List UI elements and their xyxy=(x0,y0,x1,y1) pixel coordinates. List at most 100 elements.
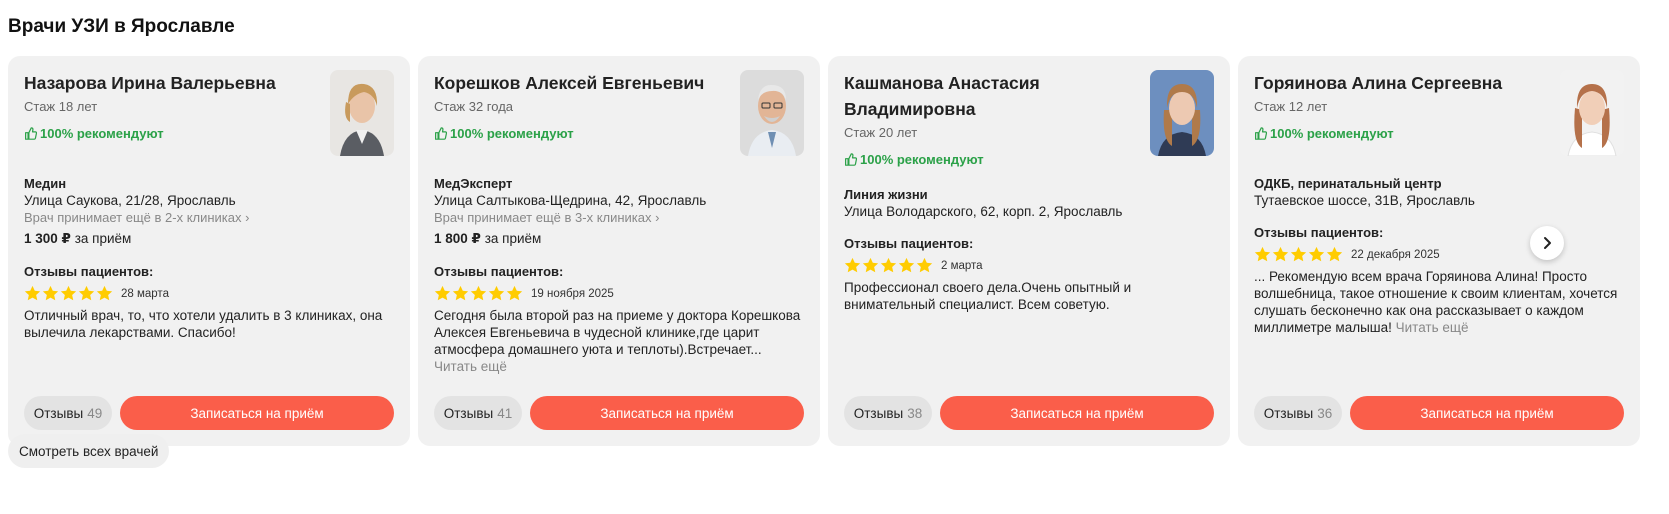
rating-stars xyxy=(844,257,933,274)
star-icon xyxy=(470,285,487,301)
review-body: Отличный врач, то, что хотели удалить в … xyxy=(24,308,383,340)
rating-stars xyxy=(24,285,113,302)
rating-stars xyxy=(1254,246,1343,263)
reviews-label: Отзывы xyxy=(853,405,904,421)
thumb-up-icon xyxy=(435,127,447,140)
chevron-right-icon xyxy=(1544,237,1551,249)
price-value: 1 300 ₽ xyxy=(24,231,71,246)
recommend-badge: 100% рекомендуют xyxy=(1254,126,1554,141)
recommend-text: 100% рекомендуют xyxy=(1270,126,1394,141)
star-icon xyxy=(844,257,861,273)
recommend-badge: 100% рекомендуют xyxy=(24,126,324,141)
chevron-right-icon: › xyxy=(655,210,660,225)
star-icon xyxy=(452,285,469,301)
clinic-name[interactable]: МедЭксперт xyxy=(434,176,804,191)
doctor-photo[interactable] xyxy=(330,70,394,156)
star-icon xyxy=(60,285,77,301)
review-text: Сегодня была второй раз на приеме у докт… xyxy=(434,307,804,375)
doctor-name[interactable]: Назарова Ирина Валерьевна xyxy=(24,70,324,96)
rating-row: 28 марта xyxy=(24,285,394,302)
doctor-photo[interactable] xyxy=(1560,70,1624,156)
book-appointment-button[interactable]: Записаться на приём xyxy=(1350,396,1624,430)
reviews-button[interactable]: Отзывы 41 xyxy=(434,396,522,430)
review-date: 19 ноября 2025 xyxy=(531,287,614,300)
review-date: 28 марта xyxy=(121,287,169,300)
price: 1 300 ₽ за приём xyxy=(24,231,394,247)
rating-stars xyxy=(434,285,523,302)
reviews-title: Отзывы пациентов: xyxy=(844,236,974,251)
review-date: 2 марта xyxy=(941,259,983,272)
doctor-experience: Стаж 18 лет xyxy=(24,99,98,114)
star-icon xyxy=(898,257,915,273)
thumb-up-icon xyxy=(845,153,857,166)
book-appointment-button[interactable]: Записаться на приём xyxy=(940,396,1214,430)
clinic-name[interactable]: Медин xyxy=(24,176,394,191)
reviews-count: 41 xyxy=(497,405,513,421)
price: 1 800 ₽ за приём xyxy=(434,231,804,247)
star-icon xyxy=(916,257,933,273)
more-clinics-text: Врач принимает ещё в 3-х клиниках xyxy=(434,210,652,225)
review-date: 22 декабря 2025 xyxy=(1351,248,1440,261)
reviews-button[interactable]: Отзывы 49 xyxy=(24,396,112,430)
recommend-text: 100% рекомендуют xyxy=(450,126,574,141)
star-icon xyxy=(506,285,523,301)
doctor-card[interactable]: Назарова Ирина Валерьевна Стаж 18 лет 10… xyxy=(8,56,410,446)
reviews-title: Отзывы пациентов: xyxy=(1254,225,1384,240)
more-clinics-link[interactable]: Врач принимает ещё в 2-х клиниках › xyxy=(24,210,394,225)
star-icon xyxy=(78,285,95,301)
doctor-experience: Стаж 12 лет xyxy=(1254,99,1328,114)
clinic-address: Улица Володарского, 62, корп. 2, Ярослав… xyxy=(844,204,1123,219)
doctor-photo[interactable] xyxy=(740,70,804,156)
star-icon xyxy=(42,285,59,301)
doctor-name-line-1: Кашманова Анастасия xyxy=(844,73,1040,93)
read-more-link[interactable]: Читать ещё xyxy=(434,359,507,374)
clinic-name[interactable]: ОДКБ, перинатальный центр xyxy=(1254,176,1624,191)
star-icon xyxy=(862,257,879,273)
rating-row: 2 марта xyxy=(844,257,1214,274)
recommend-text: 100% рекомендуют xyxy=(40,126,164,141)
reviews-label: Отзывы xyxy=(443,405,494,421)
clinic-address: Улица Салтыкова-Щедрина, 42, Ярославль xyxy=(434,193,707,208)
star-icon xyxy=(880,257,897,273)
review-text: Профессионал своего дела.Очень опытный и… xyxy=(844,279,1214,313)
doctor-card[interactable]: Корешков Алексей Евгеньевич Стаж 32 года… xyxy=(418,56,820,446)
reviews-count: 49 xyxy=(87,405,103,421)
more-clinics-link[interactable]: Врач принимает ещё в 3-х клиниках › xyxy=(434,210,804,225)
review-body: Сегодня была второй раз на приеме у докт… xyxy=(434,308,801,357)
reviews-button[interactable]: Отзывы 36 xyxy=(1254,396,1342,430)
carousel-next-button[interactable] xyxy=(1530,226,1564,260)
star-icon xyxy=(24,285,41,301)
book-appointment-button[interactable]: Записаться на приём xyxy=(530,396,804,430)
doctor-name-line-2: Владимировна xyxy=(844,99,976,119)
reviews-count: 38 xyxy=(907,405,923,421)
price-suffix: за приём xyxy=(70,231,132,246)
doctor-name[interactable]: Корешков Алексей Евгеньевич xyxy=(434,70,734,96)
doctor-name[interactable]: Кашманова Анастасия Владимировна xyxy=(844,70,1144,122)
rating-row: 19 ноября 2025 xyxy=(434,285,804,302)
doctor-photo[interactable] xyxy=(1150,70,1214,156)
doctor-card[interactable]: Кашманова Анастасия Владимировна Стаж 20 … xyxy=(828,56,1230,446)
book-appointment-button[interactable]: Записаться на приём xyxy=(120,396,394,430)
reviews-title: Отзывы пациентов: xyxy=(434,264,564,279)
recommend-badge: 100% рекомендуют xyxy=(844,152,1144,167)
reviews-count: 36 xyxy=(1317,405,1333,421)
clinic-address: Тутаевское шоссе, 31В, Ярославль xyxy=(1254,193,1475,208)
page-title: Врачи УЗИ в Ярославле xyxy=(8,16,235,37)
star-icon xyxy=(488,285,505,301)
thumb-up-icon xyxy=(1255,127,1267,140)
star-icon xyxy=(96,285,113,301)
doctor-name[interactable]: Горяинова Алина Сергеевна xyxy=(1254,70,1554,96)
recommend-text: 100% рекомендуют xyxy=(860,152,984,167)
reviews-label: Отзывы xyxy=(1263,405,1314,421)
thumb-up-icon xyxy=(25,127,37,140)
doctor-card[interactable]: Горяинова Алина Сергеевна Стаж 12 лет 10… xyxy=(1238,56,1640,446)
read-more-link[interactable]: Читать ещё xyxy=(1396,320,1469,335)
chevron-right-icon: › xyxy=(245,210,250,225)
reviews-label: Отзывы xyxy=(33,405,84,421)
all-doctors-button[interactable]: Смотреть всех врачей xyxy=(8,434,170,468)
star-icon xyxy=(434,285,451,301)
clinic-name[interactable]: Линия жизни xyxy=(844,187,1214,202)
reviews-title: Отзывы пациентов: xyxy=(24,264,154,279)
doctor-experience: Стаж 32 года xyxy=(434,99,514,114)
reviews-button[interactable]: Отзывы 38 xyxy=(844,396,932,430)
